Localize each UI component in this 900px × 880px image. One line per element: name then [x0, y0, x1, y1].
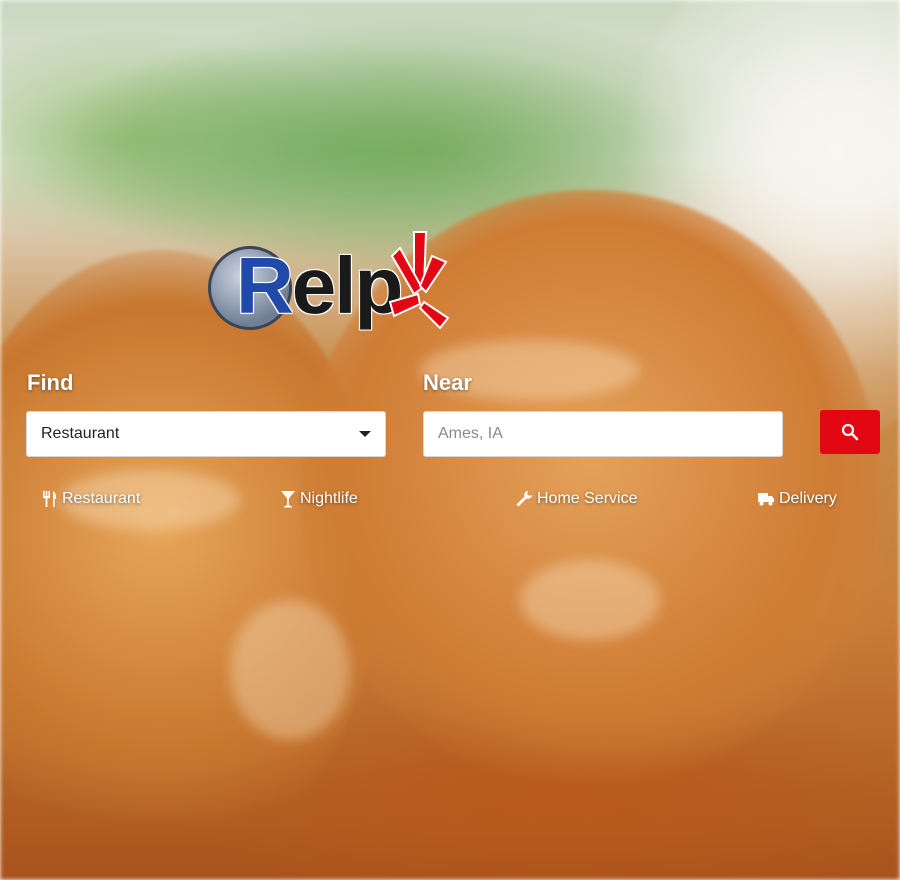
- category-label: Delivery: [779, 490, 837, 507]
- fork-knife-icon: [43, 491, 57, 507]
- logo-wordmark: Relp: [236, 241, 403, 330]
- relp-logo[interactable]: Relp: [208, 226, 458, 356]
- category-label: Nightlife: [300, 490, 358, 507]
- yelp-burst-icon: [388, 231, 450, 330]
- category-restaurant[interactable]: Restaurant: [42, 490, 140, 508]
- search-icon: [841, 423, 859, 441]
- category-label: Restaurant: [62, 490, 141, 507]
- near-input[interactable]: Ames, IA: [423, 411, 783, 457]
- category-home-service[interactable]: Home Service: [515, 490, 637, 508]
- search-button[interactable]: [820, 410, 880, 454]
- find-label: Find: [27, 370, 74, 395]
- cocktail-icon: [281, 491, 295, 508]
- near-label: Near: [423, 370, 472, 395]
- chevron-down-icon[interactable]: [359, 431, 371, 437]
- category-delivery[interactable]: Delivery: [757, 490, 837, 508]
- wrench-icon: [516, 491, 532, 507]
- category-nightlife[interactable]: Nightlife: [280, 490, 358, 508]
- category-label: Home Service: [537, 490, 638, 507]
- delivery-icon: [758, 493, 774, 506]
- near-input-placeholder: Ames, IA: [438, 425, 503, 442]
- find-select-value: Restaurant: [41, 425, 120, 442]
- find-select[interactable]: Restaurant: [26, 411, 386, 457]
